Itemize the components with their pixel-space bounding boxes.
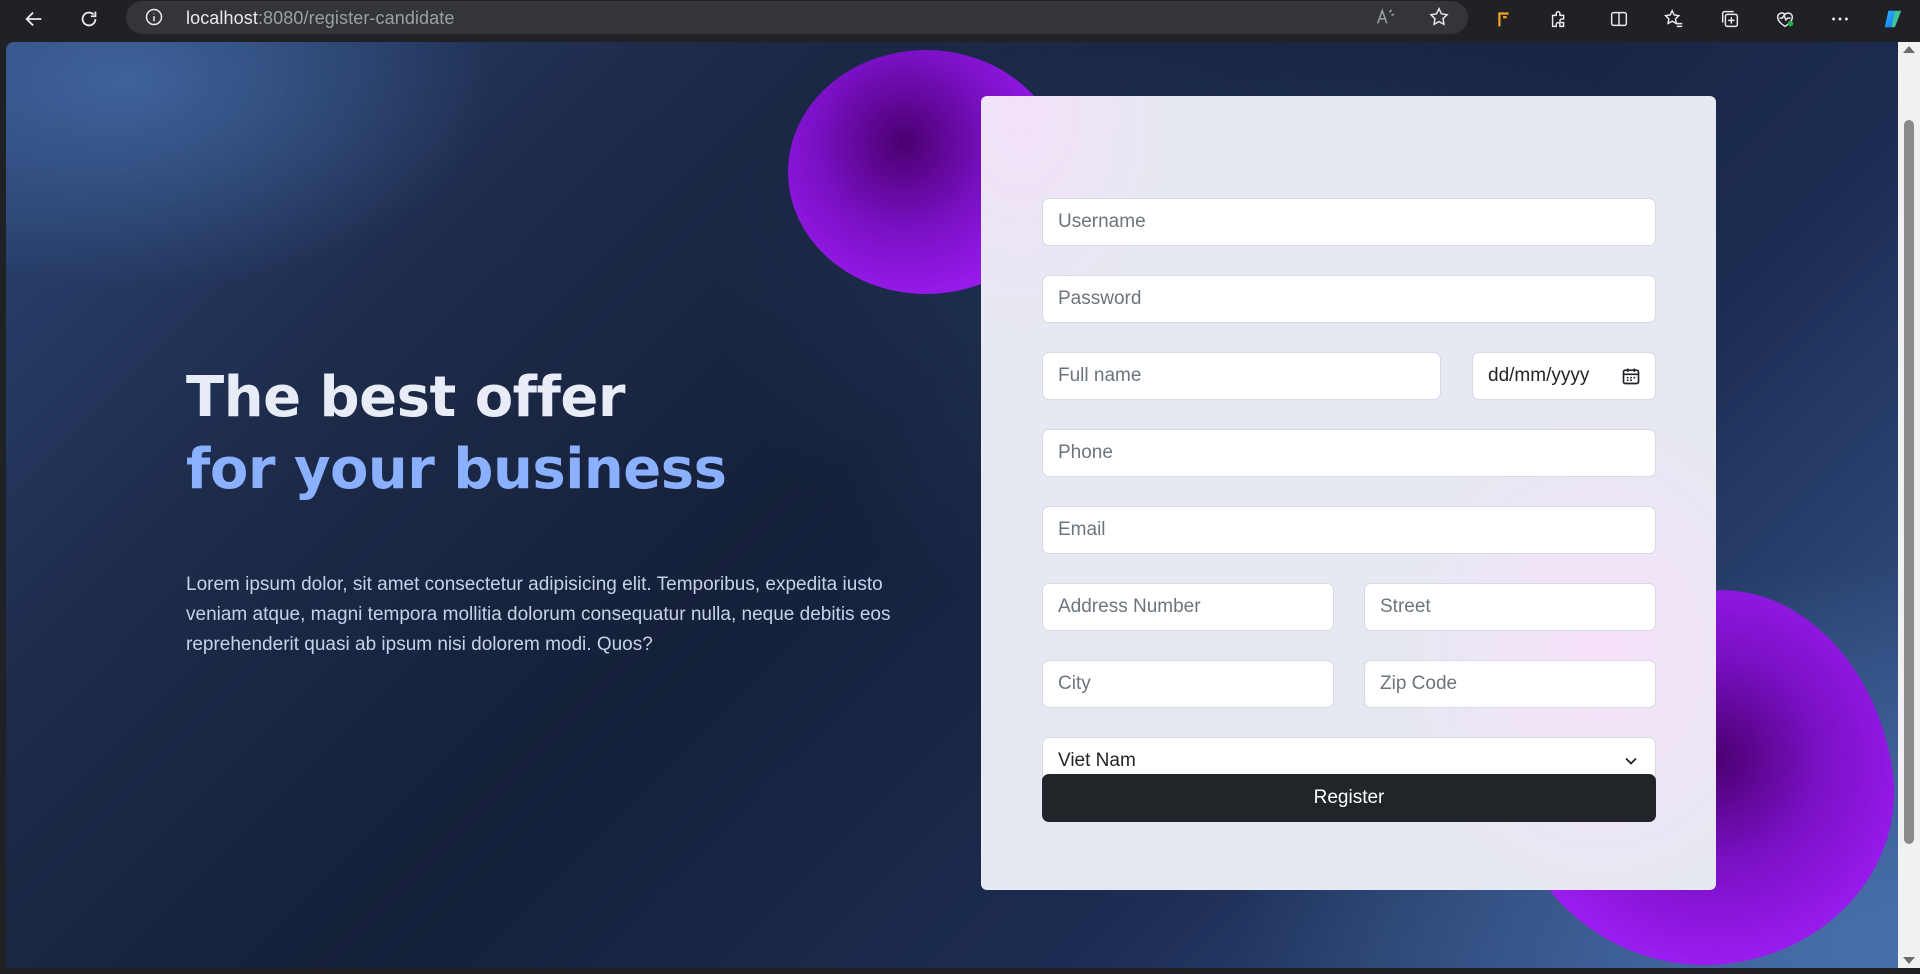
back-arrow-icon[interactable] bbox=[20, 5, 48, 33]
dob-placeholder: dd/mm/yyyy bbox=[1488, 365, 1590, 386]
phone-input[interactable]: Phone bbox=[1042, 429, 1656, 477]
register-form-card: Username Password Full name dd/mm/yyyy P… bbox=[981, 96, 1716, 890]
username-input[interactable]: Username bbox=[1042, 198, 1656, 246]
street-placeholder: Street bbox=[1380, 596, 1431, 617]
favorites-icon[interactable] bbox=[1660, 5, 1688, 33]
password-placeholder: Password bbox=[1058, 288, 1142, 309]
refresh-icon[interactable] bbox=[75, 5, 103, 33]
read-aloud-icon[interactable] bbox=[1374, 6, 1396, 28]
extension-icon[interactable] bbox=[1490, 5, 1518, 33]
favorite-star-icon[interactable] bbox=[1428, 6, 1450, 28]
browser-toolbar: localhost:8080/register-candidate bbox=[0, 0, 1920, 38]
collections-icon[interactable] bbox=[1716, 5, 1744, 33]
street-input[interactable]: Street bbox=[1364, 583, 1656, 631]
fullname-input[interactable]: Full name bbox=[1042, 352, 1441, 400]
city-placeholder: City bbox=[1058, 673, 1091, 694]
fullname-placeholder: Full name bbox=[1058, 365, 1142, 386]
scroll-down-arrow-icon[interactable] bbox=[1903, 957, 1915, 964]
zip-code-input[interactable]: Zip Code bbox=[1364, 660, 1656, 708]
chevron-down-icon bbox=[1625, 757, 1637, 765]
page-viewport: The best offer for your business Lorem i… bbox=[6, 42, 1898, 968]
email-placeholder: Email bbox=[1058, 519, 1106, 540]
phone-placeholder: Phone bbox=[1058, 442, 1113, 463]
address-bar[interactable]: localhost:8080/register-candidate bbox=[126, 1, 1468, 34]
username-placeholder: Username bbox=[1058, 211, 1146, 232]
date-of-birth-input[interactable]: dd/mm/yyyy bbox=[1472, 352, 1656, 400]
register-button[interactable]: Register bbox=[1042, 774, 1656, 822]
page-scrollbar[interactable] bbox=[1898, 42, 1920, 968]
scrollbar-thumb[interactable] bbox=[1904, 120, 1914, 844]
url-text[interactable]: localhost:8080/register-candidate bbox=[186, 8, 454, 29]
scroll-up-arrow-icon[interactable] bbox=[1903, 46, 1915, 53]
hero-description: Lorem ipsum dolor, sit amet consectetur … bbox=[186, 574, 891, 655]
country-selected-value: Viet Nam bbox=[1058, 750, 1136, 771]
split-screen-icon[interactable] bbox=[1605, 5, 1633, 33]
email-input[interactable]: Email bbox=[1042, 506, 1656, 554]
hero-section: The best offer for your business Lorem i… bbox=[186, 362, 946, 660]
hero-title: The best offer for your business bbox=[186, 362, 946, 506]
puzzle-icon[interactable] bbox=[1545, 5, 1573, 33]
city-input[interactable]: City bbox=[1042, 660, 1334, 708]
password-input[interactable]: Password bbox=[1042, 275, 1656, 323]
calendar-icon[interactable] bbox=[1621, 366, 1641, 386]
info-icon[interactable] bbox=[144, 7, 164, 27]
health-icon[interactable] bbox=[1771, 5, 1799, 33]
zip-placeholder: Zip Code bbox=[1380, 673, 1458, 694]
address-number-input[interactable]: Address Number bbox=[1042, 583, 1334, 631]
address-number-placeholder: Address Number bbox=[1058, 596, 1201, 617]
hero-title-line2: for your business bbox=[186, 437, 727, 502]
more-icon[interactable] bbox=[1826, 5, 1854, 33]
hero-title-line1: The best offer bbox=[186, 365, 626, 430]
copilot-icon[interactable] bbox=[1879, 5, 1907, 33]
